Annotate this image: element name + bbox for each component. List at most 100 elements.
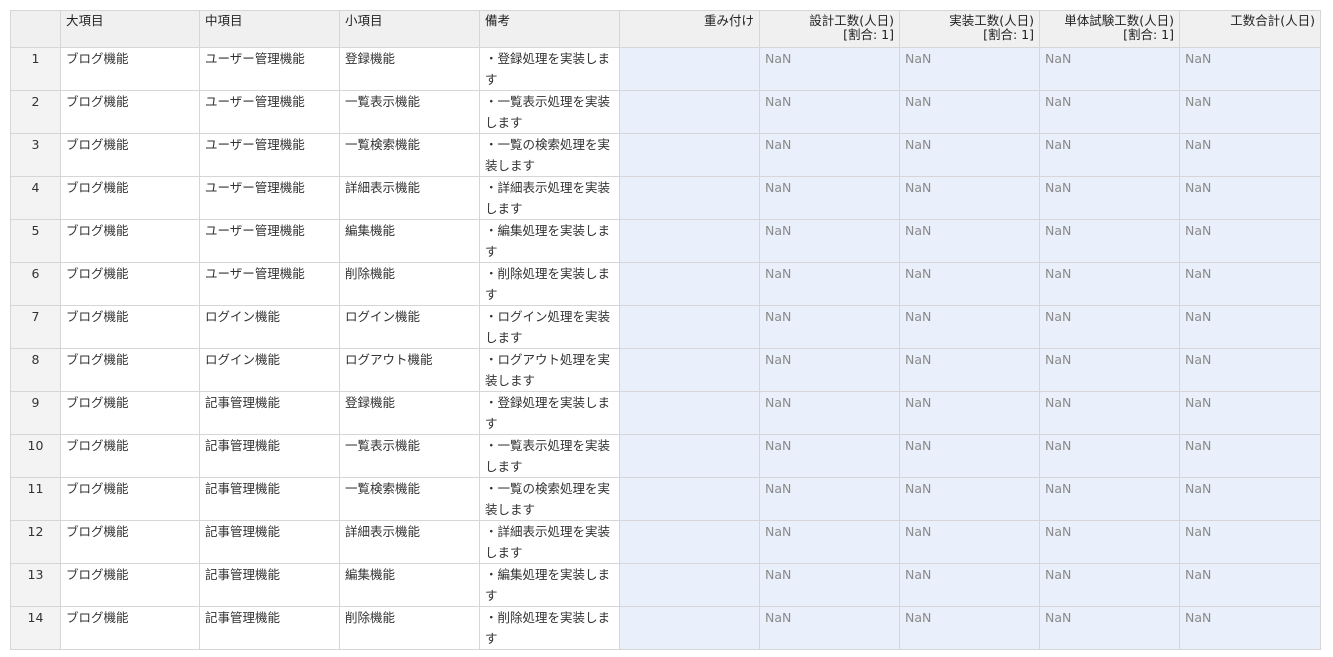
- cell-weight[interactable]: [619, 90, 760, 134]
- cell-impl[interactable]: NaN: [899, 477, 1040, 521]
- column-header-design[interactable]: 設計工数(人日) [割合: 1]: [759, 10, 900, 48]
- cell-sho[interactable]: 一覧検索機能: [339, 133, 480, 177]
- cell-sho[interactable]: 編集機能: [339, 563, 480, 607]
- column-header-total[interactable]: 工数合計(人日): [1179, 10, 1321, 48]
- cell-impl[interactable]: NaN: [899, 348, 1040, 392]
- cell-total[interactable]: NaN: [1179, 606, 1321, 650]
- cell-impl[interactable]: NaN: [899, 520, 1040, 564]
- cell-design[interactable]: NaN: [759, 133, 900, 177]
- cell-unit[interactable]: NaN: [1039, 563, 1180, 607]
- cell-sho[interactable]: ログアウト機能: [339, 348, 480, 392]
- row-number[interactable]: 8: [10, 348, 61, 392]
- column-header-impl[interactable]: 実装工数(人日) [割合: 1]: [899, 10, 1040, 48]
- row-number[interactable]: 1: [10, 47, 61, 91]
- cell-unit[interactable]: NaN: [1039, 90, 1180, 134]
- cell-dai[interactable]: ブログ機能: [60, 348, 200, 392]
- row-number[interactable]: 11: [10, 477, 61, 521]
- cell-total[interactable]: NaN: [1179, 348, 1321, 392]
- cell-chu[interactable]: 記事管理機能: [199, 563, 340, 607]
- cell-impl[interactable]: NaN: [899, 47, 1040, 91]
- cell-design[interactable]: NaN: [759, 477, 900, 521]
- cell-design[interactable]: NaN: [759, 262, 900, 306]
- column-header-unit[interactable]: 単体試験工数(人日) [割合: 1]: [1039, 10, 1180, 48]
- cell-design[interactable]: NaN: [759, 563, 900, 607]
- cell-biko[interactable]: ・編集処理を実装します: [479, 563, 620, 607]
- cell-design[interactable]: NaN: [759, 90, 900, 134]
- cell-weight[interactable]: [619, 520, 760, 564]
- row-number[interactable]: 10: [10, 434, 61, 478]
- cell-total[interactable]: NaN: [1179, 262, 1321, 306]
- cell-chu[interactable]: 記事管理機能: [199, 434, 340, 478]
- cell-dai[interactable]: ブログ機能: [60, 176, 200, 220]
- cell-impl[interactable]: NaN: [899, 90, 1040, 134]
- cell-dai[interactable]: ブログ機能: [60, 262, 200, 306]
- row-number[interactable]: 2: [10, 90, 61, 134]
- row-number[interactable]: 6: [10, 262, 61, 306]
- cell-unit[interactable]: NaN: [1039, 47, 1180, 91]
- cell-impl[interactable]: NaN: [899, 606, 1040, 650]
- row-number[interactable]: 13: [10, 563, 61, 607]
- cell-design[interactable]: NaN: [759, 219, 900, 263]
- cell-chu[interactable]: ユーザー管理機能: [199, 176, 340, 220]
- cell-biko[interactable]: ・一覧表示処理を実装します: [479, 90, 620, 134]
- cell-design[interactable]: NaN: [759, 47, 900, 91]
- cell-design[interactable]: NaN: [759, 391, 900, 435]
- cell-weight[interactable]: [619, 477, 760, 521]
- row-number[interactable]: 9: [10, 391, 61, 435]
- cell-sho[interactable]: 詳細表示機能: [339, 176, 480, 220]
- cell-chu[interactable]: 記事管理機能: [199, 606, 340, 650]
- cell-weight[interactable]: [619, 606, 760, 650]
- cell-chu[interactable]: ユーザー管理機能: [199, 90, 340, 134]
- cell-weight[interactable]: [619, 47, 760, 91]
- cell-dai[interactable]: ブログ機能: [60, 434, 200, 478]
- column-header-dai[interactable]: 大項目: [60, 10, 200, 48]
- cell-dai[interactable]: ブログ機能: [60, 563, 200, 607]
- cell-total[interactable]: NaN: [1179, 176, 1321, 220]
- cell-biko[interactable]: ・編集処理を実装します: [479, 219, 620, 263]
- cell-unit[interactable]: NaN: [1039, 391, 1180, 435]
- cell-unit[interactable]: NaN: [1039, 219, 1180, 263]
- cell-total[interactable]: NaN: [1179, 563, 1321, 607]
- cell-weight[interactable]: [619, 305, 760, 349]
- row-number[interactable]: 7: [10, 305, 61, 349]
- cell-weight[interactable]: [619, 262, 760, 306]
- cell-weight[interactable]: [619, 133, 760, 177]
- cell-design[interactable]: NaN: [759, 434, 900, 478]
- cell-impl[interactable]: NaN: [899, 305, 1040, 349]
- cell-biko[interactable]: ・削除処理を実装します: [479, 262, 620, 306]
- cell-total[interactable]: NaN: [1179, 133, 1321, 177]
- cell-impl[interactable]: NaN: [899, 176, 1040, 220]
- cell-biko[interactable]: ・登録処理を実装します: [479, 391, 620, 435]
- cell-design[interactable]: NaN: [759, 606, 900, 650]
- cell-chu[interactable]: ログイン機能: [199, 305, 340, 349]
- cell-impl[interactable]: NaN: [899, 133, 1040, 177]
- row-number[interactable]: 5: [10, 219, 61, 263]
- column-header-weight[interactable]: 重み付け: [619, 10, 760, 48]
- row-number[interactable]: 3: [10, 133, 61, 177]
- cell-chu[interactable]: 記事管理機能: [199, 477, 340, 521]
- cell-sho[interactable]: 一覧表示機能: [339, 434, 480, 478]
- cell-unit[interactable]: NaN: [1039, 434, 1180, 478]
- cell-weight[interactable]: [619, 219, 760, 263]
- cell-dai[interactable]: ブログ機能: [60, 305, 200, 349]
- cell-sho[interactable]: 編集機能: [339, 219, 480, 263]
- column-header-sho[interactable]: 小項目: [339, 10, 480, 48]
- column-header-biko[interactable]: 備考: [479, 10, 620, 48]
- cell-design[interactable]: NaN: [759, 348, 900, 392]
- row-number[interactable]: 4: [10, 176, 61, 220]
- cell-chu[interactable]: 記事管理機能: [199, 520, 340, 564]
- cell-chu[interactable]: ユーザー管理機能: [199, 133, 340, 177]
- cell-sho[interactable]: ログイン機能: [339, 305, 480, 349]
- cell-sho[interactable]: 一覧表示機能: [339, 90, 480, 134]
- corner-header[interactable]: [10, 10, 61, 48]
- cell-total[interactable]: NaN: [1179, 90, 1321, 134]
- cell-biko[interactable]: ・削除処理を実装します: [479, 606, 620, 650]
- cell-dai[interactable]: ブログ機能: [60, 90, 200, 134]
- cell-weight[interactable]: [619, 563, 760, 607]
- cell-chu[interactable]: 記事管理機能: [199, 391, 340, 435]
- cell-chu[interactable]: ユーザー管理機能: [199, 47, 340, 91]
- cell-weight[interactable]: [619, 348, 760, 392]
- cell-sho[interactable]: 詳細表示機能: [339, 520, 480, 564]
- cell-biko[interactable]: ・一覧の検索処理を実装します: [479, 133, 620, 177]
- cell-total[interactable]: NaN: [1179, 305, 1321, 349]
